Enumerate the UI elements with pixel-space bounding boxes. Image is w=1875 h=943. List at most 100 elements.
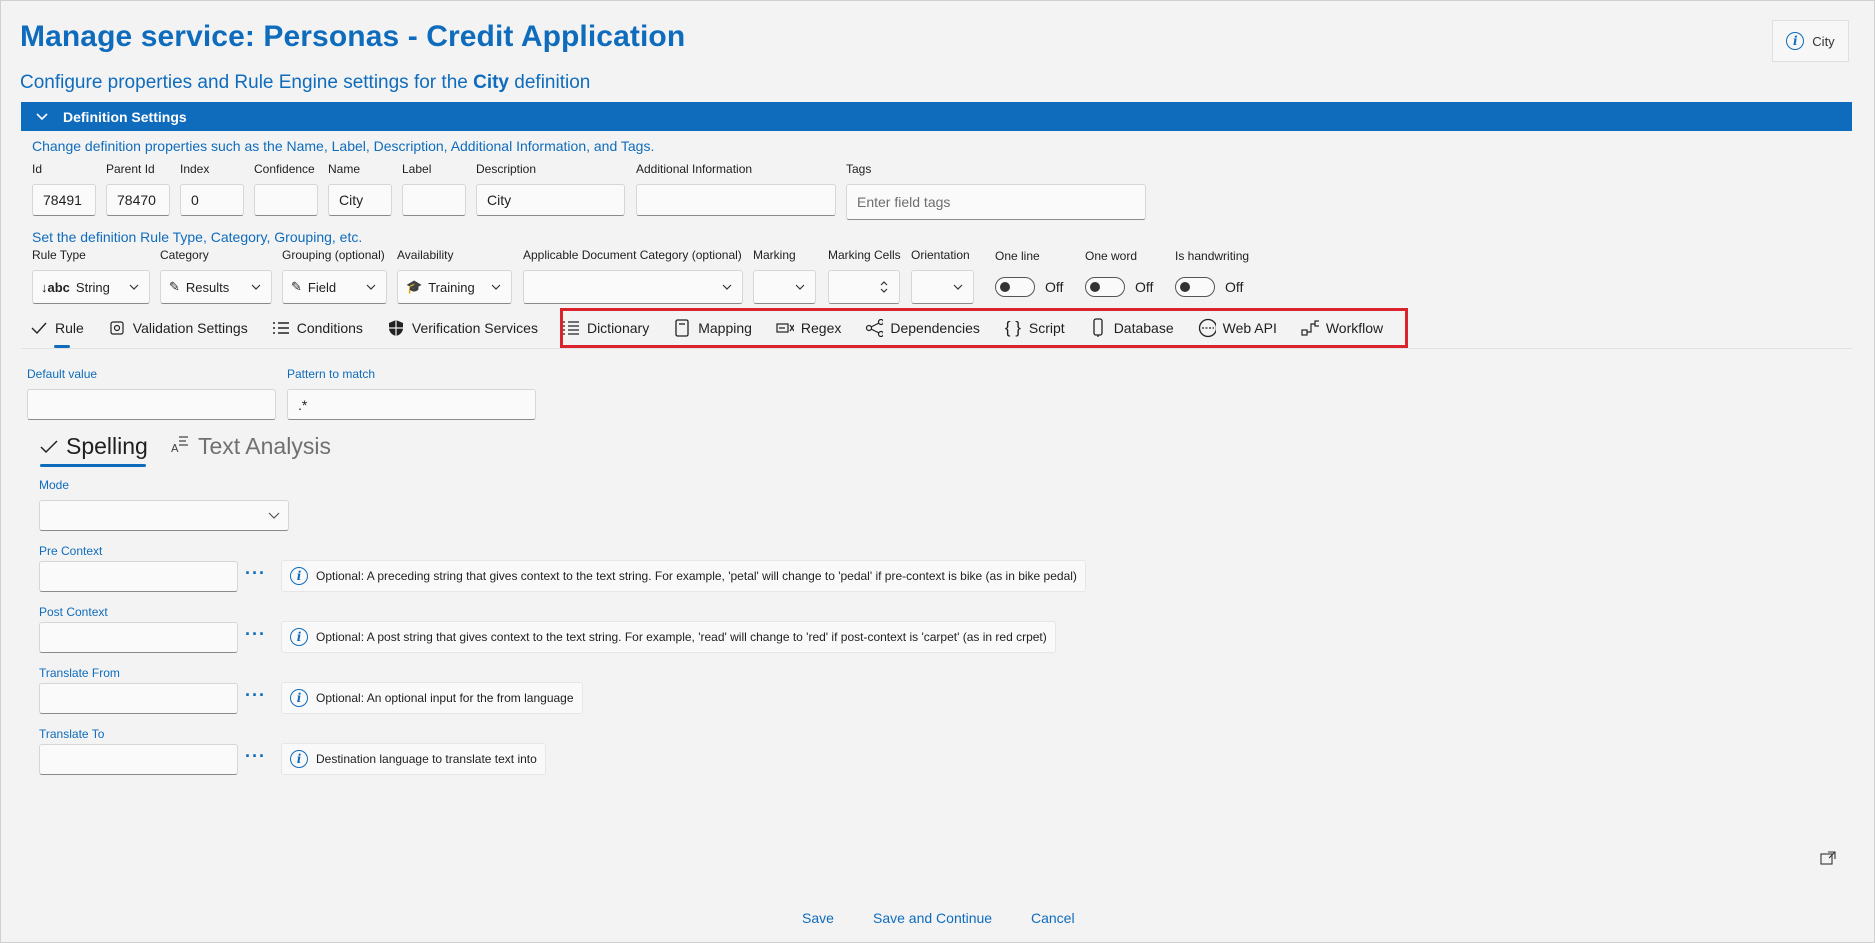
save-and-continue-button[interactable]: Save and Continue: [873, 910, 992, 926]
pre-context-hint: i Optional: A preceding string that give…: [281, 560, 1086, 592]
name-input[interactable]: City: [328, 184, 392, 216]
tab-label: Verification Services: [411, 320, 538, 336]
info-icon: i: [290, 567, 308, 585]
one-line-toggle-group: Off: [995, 277, 1063, 297]
chevron-down-icon: [35, 110, 49, 124]
one-line-toggle[interactable]: [995, 277, 1035, 297]
text-analysis-icon: A: [170, 433, 190, 460]
index-input[interactable]: 0: [180, 184, 244, 216]
parent-id-input[interactable]: 78470: [106, 184, 170, 216]
pencil-icon: ✎: [169, 279, 180, 294]
post-context-hint: i Optional: A post string that gives con…: [281, 621, 1056, 653]
label-input[interactable]: [402, 184, 466, 216]
tab-conditions[interactable]: Conditions: [272, 315, 363, 341]
badge-label: City: [1812, 33, 1835, 49]
orientation-label: Orientation: [911, 248, 970, 262]
tab-validation-settings[interactable]: Validation Settings: [108, 315, 248, 341]
abc-text-icon: ↓abc: [41, 279, 70, 295]
one-line-state: Off: [1045, 279, 1064, 295]
more-options-icon[interactable]: ···: [245, 746, 266, 767]
one-word-label: One word: [1085, 249, 1138, 263]
info-icon: i: [1786, 32, 1805, 50]
id-input[interactable]: 78491: [32, 184, 96, 216]
name-label: Name: [328, 162, 361, 176]
marking-label: Marking: [753, 248, 796, 262]
checkmark-icon: [30, 319, 48, 337]
chevron-down-icon: [268, 510, 280, 522]
category-value: Results: [185, 279, 230, 295]
chevron-down-icon: [795, 281, 807, 293]
label-label: Label: [402, 162, 432, 176]
orientation-dropdown[interactable]: [911, 270, 974, 304]
description-label: Description: [476, 162, 537, 176]
one-word-toggle[interactable]: [1085, 277, 1125, 297]
cancel-button[interactable]: Cancel: [1031, 910, 1075, 926]
page-title: Manage service: Personas - Credit Applic…: [20, 20, 686, 53]
tab-rule[interactable]: Rule: [30, 315, 84, 348]
category-dropdown[interactable]: ✎ Results: [160, 270, 272, 304]
translate-to-hint: i Destination language to translate text…: [281, 743, 546, 775]
info-icon: i: [290, 628, 308, 646]
one-line-label: One line: [995, 249, 1040, 263]
more-options-icon[interactable]: ···: [245, 563, 266, 584]
subtab-spelling[interactable]: Spelling: [40, 433, 148, 460]
pre-context-input[interactable]: [39, 561, 238, 592]
definition-badge[interactable]: i City: [1772, 20, 1849, 62]
translate-from-input[interactable]: [39, 683, 238, 714]
info-icon: i: [290, 750, 308, 768]
subtitle-entity: City: [473, 72, 510, 93]
category-label: Category: [160, 248, 209, 262]
rule-type-value: String: [75, 279, 110, 295]
tabs-highlight-box: [560, 308, 1408, 348]
grouping-dropdown[interactable]: ✎ Field: [282, 270, 387, 304]
tab-verification-services[interactable]: Verification Services: [387, 315, 538, 341]
tab-label: Conditions: [296, 320, 363, 336]
pattern-input[interactable]: .*: [287, 389, 536, 420]
chevron-down-icon: [129, 281, 141, 293]
post-context-label: Post Context: [39, 605, 108, 619]
one-word-state: Off: [1135, 279, 1154, 295]
default-value-input[interactable]: [27, 389, 276, 420]
availability-dropdown[interactable]: 🎓 Training: [397, 270, 512, 304]
more-options-icon[interactable]: ···: [245, 624, 266, 645]
doc-category-dropdown[interactable]: [523, 270, 743, 304]
translate-to-input[interactable]: [39, 744, 238, 775]
pencil-icon: ✎: [291, 279, 302, 294]
open-external-icon[interactable]: [1820, 851, 1836, 870]
more-options-icon[interactable]: ···: [245, 685, 266, 706]
hint-text: Optional: A preceding string that gives …: [316, 569, 1077, 583]
post-context-input[interactable]: [39, 622, 238, 653]
additional-info-label: Additional Information: [636, 162, 753, 176]
one-word-toggle-group: Off: [1085, 277, 1153, 297]
save-button[interactable]: Save: [802, 910, 834, 926]
mode-label: Mode: [39, 478, 70, 492]
marking-cells-spinner[interactable]: [828, 270, 900, 304]
tags-label: Tags: [846, 162, 872, 176]
spinner-arrows-icon[interactable]: [879, 281, 891, 293]
tags-input[interactable]: Enter field tags: [846, 184, 1146, 220]
subtab-text-analysis[interactable]: A Text Analysis: [170, 433, 331, 460]
index-label: Index: [180, 162, 210, 176]
marking-dropdown[interactable]: [753, 270, 816, 304]
subtitle-prefix: Configure properties and Rule Engine set…: [20, 72, 468, 93]
subtab-label: Text Analysis: [198, 433, 331, 459]
definition-settings-header[interactable]: Definition Settings: [21, 102, 1852, 131]
description-input[interactable]: City: [476, 184, 625, 216]
mode-dropdown[interactable]: [39, 500, 289, 531]
additional-info-input[interactable]: [636, 184, 836, 216]
info-icon: i: [290, 689, 308, 707]
subtab-label: Spelling: [66, 433, 148, 459]
rule-description: Set the definition Rule Type, Category, …: [32, 229, 363, 245]
svg-text:A: A: [171, 442, 179, 454]
shield-icon: [387, 319, 405, 337]
marking-cells-label: Marking Cells: [828, 248, 901, 262]
section-title: Definition Settings: [63, 108, 187, 125]
doc-category-label: Applicable Document Category (optional): [523, 248, 742, 262]
grouping-value: Field: [307, 279, 337, 295]
grouping-label: Grouping (optional): [282, 248, 385, 262]
confidence-input[interactable]: [254, 184, 318, 216]
availability-label: Availability: [397, 248, 454, 262]
id-label: Id: [32, 162, 43, 176]
rule-type-dropdown[interactable]: ↓abc String: [32, 270, 150, 304]
handwriting-toggle[interactable]: [1175, 277, 1215, 297]
